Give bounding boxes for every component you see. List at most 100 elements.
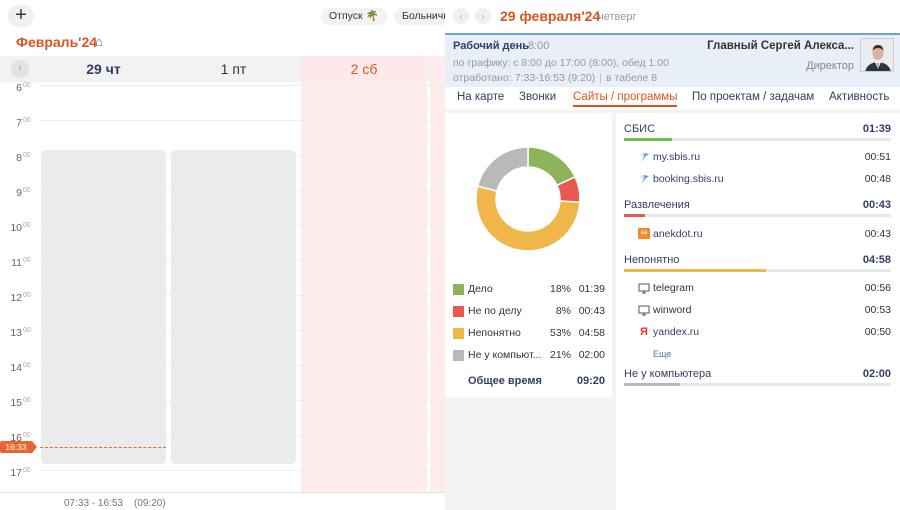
category-progress-track — [624, 383, 891, 386]
legend-item[interactable]: Не по делу 8% 00:43 — [453, 305, 605, 319]
panel-tabs: На карте Звонки Сайты / программы По про… — [445, 87, 900, 110]
workday-hours: 8:00 — [528, 40, 550, 52]
category-name: Непонятно — [624, 254, 680, 266]
hour-minutes: 00 — [23, 397, 31, 404]
panel-header: ‹ › 29 февраля'24 четверг — [445, 0, 900, 33]
tab-map[interactable]: На карте — [457, 91, 504, 103]
workday-block[interactable] — [41, 150, 166, 464]
legend-percent: 18% — [549, 283, 571, 295]
legend-item[interactable]: Не у компьют... 21% 02:00 — [453, 349, 605, 363]
hour-number: 11 — [11, 257, 22, 269]
day-header-2[interactable]: 2 сб — [301, 56, 427, 82]
worked-text: отработано: 7:33-16:53 (9:20) — [453, 72, 596, 84]
total-row: Общее время 09:20 — [468, 375, 605, 387]
workday-block[interactable] — [171, 150, 296, 464]
site-name[interactable]: yandex.ru — [653, 326, 699, 338]
site-time: 00:43 — [864, 228, 891, 240]
category-name: Не у компьютера — [624, 368, 712, 380]
current-time-badge: 16:33 — [0, 441, 37, 453]
site-name[interactable]: telegram — [653, 282, 694, 294]
hour-number: 12 — [10, 292, 22, 304]
site-time: 00:48 — [864, 173, 891, 185]
total-label: Общее время — [468, 375, 542, 387]
workday-title: Рабочий день — [453, 40, 530, 52]
workday-info: Рабочий день 8:00 по графику: с 8:00 до … — [445, 33, 900, 87]
calendar: + Отпуск 🌴 Больничн Февраль'24 ⌂ ‹ 29 чт … — [0, 0, 445, 510]
hour-gridline — [40, 120, 445, 121]
month-title[interactable]: Февраль'24 — [16, 34, 97, 50]
site-name[interactable]: anekdot.ru — [653, 228, 703, 240]
hour-minutes: 00 — [23, 362, 31, 369]
hour-label: 9 00 — [0, 187, 40, 222]
site-time: 00:50 — [864, 326, 891, 338]
site-row[interactable]: Яyandex.ru 00:50 — [638, 326, 891, 340]
tab-activity[interactable]: Активность — [829, 91, 889, 103]
hour-minutes: 00 — [23, 222, 31, 229]
show-more-link[interactable]: Еще — [653, 349, 671, 359]
prev-day-button[interactable]: ‹ — [453, 8, 469, 24]
site-name[interactable]: winword — [653, 304, 692, 316]
workday-worked: отработано: 7:33-16:53 (9:20) | в табеле 8 — [453, 72, 658, 84]
legend-swatch — [453, 328, 464, 339]
hour-minutes: 00 — [23, 152, 31, 159]
site-row[interactable]: booking.sbis.ru 00:48 — [638, 173, 891, 187]
hour-number: 6 — [16, 82, 22, 94]
legend-percent: 8% — [555, 305, 571, 317]
category-header[interactable]: СБИС 01:39 — [624, 123, 891, 143]
vacation-chip-label: Отпуск — [329, 10, 363, 22]
employee-name[interactable]: Главный Сергей Алекса... — [707, 40, 854, 52]
legend-percent: 53% — [549, 327, 571, 339]
vacation-chip[interactable]: Отпуск 🌴 — [321, 8, 387, 25]
hour-label: 12 00 — [0, 292, 40, 327]
donut-slice[interactable] — [476, 146, 529, 192]
weekend-column — [430, 56, 445, 492]
home-icon[interactable]: ⌂ — [95, 34, 103, 49]
legend-swatch — [453, 306, 464, 317]
hour-number: 17 — [10, 467, 22, 479]
category-name: СБИС — [624, 123, 656, 135]
worked-duration: (09:20) — [134, 498, 166, 509]
hour-label: 13 00 — [0, 327, 40, 362]
day-header-29[interactable]: 29 чт — [40, 56, 167, 82]
legend-label: Не у компьют... — [468, 349, 542, 361]
category-progress-fill — [624, 383, 681, 386]
legend-label: Не по делу — [468, 305, 522, 317]
category-progress-track — [624, 214, 891, 217]
site-row[interactable]: telegram 00:56 — [638, 282, 891, 296]
day-header-1[interactable]: 1 пт — [170, 56, 297, 82]
tabel-text: в табеле 8 — [606, 72, 658, 84]
hour-minutes: 00 — [23, 187, 31, 194]
prev-day-button[interactable]: ‹ — [11, 60, 29, 78]
tab-projects[interactable]: По проектам / задачам — [692, 91, 814, 103]
tab-sites-programs[interactable]: Сайты / программы — [573, 91, 678, 107]
monitor-icon — [638, 282, 650, 294]
total-time: 09:20 — [576, 375, 605, 387]
time-distribution-card: Дело 18% 01:39 Не по делу 8% 00:43 Непонятно 53… — [445, 113, 612, 398]
legend-time: 04:58 — [578, 327, 605, 339]
site-name[interactable]: booking.sbis.ru — [653, 173, 724, 185]
avatar[interactable] — [860, 38, 894, 72]
site-row[interactable]: winword 00:53 — [638, 304, 891, 318]
legend-time: 01:39 — [578, 283, 605, 295]
site-time: 00:53 — [864, 304, 891, 316]
add-button[interactable]: + — [8, 5, 34, 27]
site-name[interactable]: my.sbis.ru — [653, 151, 700, 163]
next-day-button[interactable]: › — [475, 8, 491, 24]
sbis-bird-icon — [638, 151, 650, 163]
category-header[interactable]: Не у компьютера 02:00 — [624, 368, 891, 388]
category-header[interactable]: Непонятно 04:58 — [624, 254, 891, 274]
legend-item[interactable]: Дело 18% 01:39 — [453, 283, 605, 297]
category-header[interactable]: Развлечения 00:43 — [624, 199, 891, 219]
site-row[interactable]: aa anekdot.ru 00:43 — [638, 228, 891, 242]
tab-calls[interactable]: Звонки — [519, 91, 556, 103]
legend-time: 00:43 — [578, 305, 605, 317]
worked-range: 07:33 - 16:53 — [64, 498, 123, 509]
site-row[interactable]: my.sbis.ru 00:51 — [638, 151, 891, 165]
palm-tree-icon: 🌴 — [365, 10, 379, 22]
sick-leave-chip[interactable]: Больничн — [394, 8, 445, 25]
monitor-icon — [638, 304, 650, 316]
panel-date: 29 февраля'24 — [500, 8, 601, 24]
category-name: Развлечения — [624, 199, 690, 211]
legend-time: 02:00 — [578, 349, 605, 361]
legend-item[interactable]: Непонятно 53% 04:58 — [453, 327, 605, 341]
